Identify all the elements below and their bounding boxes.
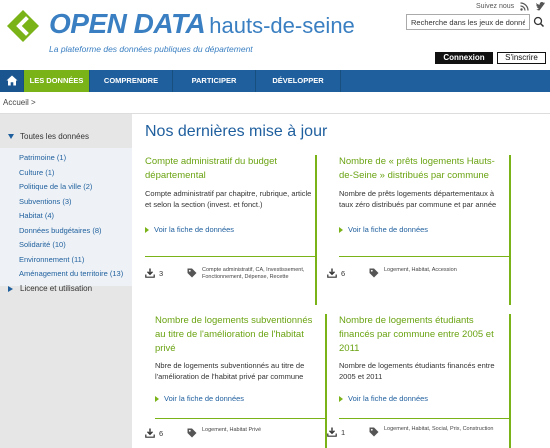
- main-nav: LES DONNÉES COMPRENDRE PARTICIPER DÉVELO…: [0, 70, 550, 92]
- card-divider: [145, 256, 315, 257]
- logo-icon[interactable]: [6, 9, 40, 43]
- link-arrow-icon: [339, 396, 343, 403]
- dataset-title[interactable]: Compte administratif du budget départeme…: [145, 155, 313, 183]
- sidebar-heading-label: Toutes les données: [20, 132, 89, 141]
- sidebar-item-amenagement[interactable]: Aménagement du territoire (13): [0, 267, 132, 282]
- download-count: 3: [159, 269, 164, 278]
- dataset-link-label: Voir la fiche de données: [348, 394, 429, 403]
- download-count: 1: [341, 428, 346, 437]
- twitter-icon[interactable]: [536, 2, 546, 12]
- rss-icon[interactable]: [519, 2, 529, 12]
- nav-participer[interactable]: PARTICIPER: [173, 70, 256, 92]
- dataset-meta: 6 Logement, Habitat Privé: [145, 427, 320, 448]
- sidebar-licence-label: Licence et utilisation: [20, 284, 93, 293]
- sidebar-item-patrimoine[interactable]: Patrimoine (1): [0, 151, 132, 166]
- dataset-tags[interactable]: Compte administratif, CA, Investissement…: [202, 267, 320, 281]
- nav-les-donnees[interactable]: LES DONNÉES: [24, 70, 90, 92]
- dataset-tags[interactable]: Logement, Habitat Privé: [202, 427, 320, 434]
- sidebar-item-environnement[interactable]: Environnement (11): [0, 253, 132, 268]
- dataset-title[interactable]: Nombre de logements étudiants financés p…: [339, 314, 507, 356]
- download-icon: [327, 268, 337, 278]
- nav-developper[interactable]: DÉVELOPPER: [256, 70, 341, 92]
- download-icon: [145, 428, 155, 438]
- site-tagline: La plateforme des données publiques du d…: [49, 44, 253, 54]
- tag-icon: [369, 427, 379, 437]
- download-icon: [145, 268, 155, 278]
- sidebar-category-list: Patrimoine (1) Culture (1) Politique de …: [0, 148, 132, 286]
- card-divider: [339, 418, 509, 419]
- dataset-link-label: Voir la fiche de données: [154, 225, 235, 234]
- home-icon: [6, 75, 18, 86]
- sidebar-item-donnees-budgetaires[interactable]: Données budgétaires (8): [0, 224, 132, 239]
- sidebar-item-subventions[interactable]: Subventions (3): [0, 195, 132, 210]
- link-arrow-icon: [339, 227, 343, 234]
- sidebar-item-solidarite[interactable]: Solidarité (10): [0, 238, 132, 253]
- link-arrow-icon: [145, 227, 149, 234]
- dataset-description: Nombre de prêts logements départementaux…: [339, 189, 497, 209]
- sidebar-item-culture[interactable]: Culture (1): [0, 166, 132, 181]
- brand-place: hauts-de-seine: [209, 13, 355, 38]
- signup-button[interactable]: S'inscrire: [497, 52, 546, 64]
- dataset-title[interactable]: Nombre de logements subventionnés au tit…: [155, 314, 323, 356]
- sidebar-item-politique-ville[interactable]: Politique de la ville (2): [0, 180, 132, 195]
- nav-filler: [341, 70, 550, 92]
- dataset-link[interactable]: Voir la fiche de données: [155, 394, 244, 403]
- card-divider: [155, 418, 325, 419]
- dataset-title[interactable]: Nombre de « prêts logements Hauts-de-Sei…: [339, 155, 507, 183]
- dataset-meta: 1 Logement, Habitat, Social, Prix, Const…: [327, 426, 527, 448]
- download-count: 6: [159, 429, 164, 438]
- sidebar-licence-link[interactable]: Licence et utilisation: [8, 284, 92, 293]
- link-arrow-icon: [155, 396, 159, 403]
- dataset-link-label: Voir la fiche de données: [348, 225, 429, 234]
- search-input[interactable]: [406, 14, 530, 30]
- tag-icon: [187, 268, 197, 278]
- tag-icon: [187, 428, 197, 438]
- dataset-tags[interactable]: Logement, Habitat, Social, Prix, Constru…: [384, 426, 502, 433]
- dataset-description: Compte administratif par chapitre, rubri…: [145, 189, 312, 209]
- collapsed-arrow-icon: [8, 285, 13, 292]
- dataset-meta: 6 Logement, Habitat, Accession: [327, 267, 527, 292]
- tag-icon: [369, 268, 379, 278]
- nav-comprendre[interactable]: COMPRENDRE: [90, 70, 173, 92]
- site-header: OPEN DATA hauts-de-seine La plateforme de…: [0, 0, 550, 70]
- download-count: 6: [341, 269, 346, 278]
- download-icon: [327, 427, 337, 437]
- card-divider: [339, 256, 509, 257]
- page-title: Nos dernières mise à jour: [145, 123, 328, 140]
- sidebar: Toutes les données Patrimoine (1) Cultur…: [0, 114, 132, 448]
- dataset-meta: 3 Compte administratif, CA, Investisseme…: [145, 267, 320, 292]
- dataset-link[interactable]: Voir la fiche de données: [339, 394, 428, 403]
- breadcrumb[interactable]: Accueil >: [0, 92, 550, 114]
- dataset-link[interactable]: Voir la fiche de données: [339, 225, 428, 234]
- login-button[interactable]: Connexion: [435, 52, 493, 64]
- follow-label: Suivez nous: [476, 3, 515, 10]
- sidebar-heading[interactable]: Toutes les données: [8, 132, 89, 141]
- dataset-description: Nombre de logements étudiants financés e…: [339, 361, 495, 381]
- dataset-description: Nbre de logements subventionnés au titre…: [155, 361, 305, 381]
- dataset-link[interactable]: Voir la fiche de données: [145, 225, 234, 234]
- dataset-link-label: Voir la fiche de données: [164, 394, 245, 403]
- dataset-tags[interactable]: Logement, Habitat, Accession: [384, 267, 502, 274]
- sidebar-item-habitat[interactable]: Habitat (4): [0, 209, 132, 224]
- expand-arrow-icon: [8, 134, 14, 140]
- search-icon[interactable]: [532, 14, 546, 30]
- nav-home[interactable]: [0, 70, 24, 92]
- brand-open-data: OPEN DATA: [49, 8, 206, 39]
- site-logo-text[interactable]: OPEN DATA hauts-de-seine: [49, 10, 355, 38]
